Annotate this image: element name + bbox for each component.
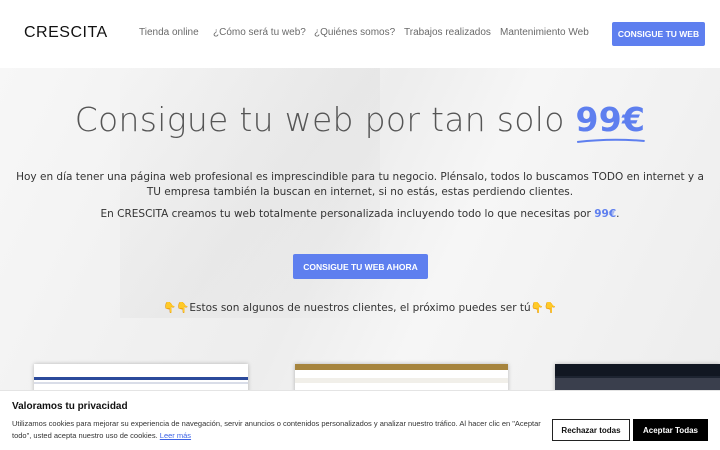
nav-item-trabajos-realizados[interactable]: Trabajos realizados bbox=[404, 27, 491, 38]
nav-item-tienda-online[interactable]: Tienda online bbox=[139, 27, 199, 38]
nav-item-como-sera-tu-web[interactable]: ¿Cómo será tu web? bbox=[213, 27, 306, 38]
hero-price-value: 99€ bbox=[575, 100, 646, 139]
hero-paragraph-1: Hoy en día tener una página web profesio… bbox=[16, 171, 704, 198]
hero-paragraph-2: En CRESCITA creamos tu web totalmente pe… bbox=[15, 207, 705, 222]
clients-intro-label: Estos son algunos de nuestros clientes, … bbox=[189, 302, 531, 314]
cookie-read-more-link[interactable]: Leer más bbox=[160, 431, 191, 440]
hero-cta-button[interactable]: CONSIGUE TU WEB AHORA bbox=[293, 254, 428, 279]
hero-paragraph-2-text: En CRESCITA creamos tu web totalmente pe… bbox=[100, 208, 595, 220]
header-cta-button[interactable]: CONSIGUE TU WEB bbox=[612, 22, 705, 46]
site-logo[interactable]: CRESCITA bbox=[24, 24, 108, 42]
cookie-banner-title: Valoramos tu privacidad bbox=[12, 401, 128, 412]
hero-headline: Consigue tu web por tan solo 99€ bbox=[0, 100, 720, 143]
accept-all-cookies-button[interactable]: Aceptar Todas bbox=[633, 419, 708, 441]
reject-all-cookies-button[interactable]: Rechazar todas bbox=[552, 419, 630, 441]
hero-paragraph-2-price: 99€ bbox=[594, 208, 617, 220]
cookie-banner-text: Utilizamos cookies para mejorar su exper… bbox=[12, 418, 547, 442]
price-underline-icon bbox=[576, 138, 645, 143]
cookie-banner-message: Utilizamos cookies para mejorar su exper… bbox=[12, 419, 541, 440]
hero-headline-text: Consigue tu web por tan solo bbox=[74, 100, 576, 139]
clients-emoji-icon-2: 👇👇 bbox=[530, 302, 557, 314]
hero-price: 99€ bbox=[575, 100, 646, 143]
nav-item-quienes-somos[interactable]: ¿Quiénes somos? bbox=[314, 27, 395, 38]
clients-emoji-icon: 👇👇 bbox=[163, 302, 190, 314]
clients-intro-text: 👇👇Estos son algunos de nuestros clientes… bbox=[0, 301, 720, 314]
nav-item-mantenimiento-web[interactable]: Mantenimiento Web bbox=[500, 27, 589, 38]
hero-paragraph-2-end: . bbox=[616, 208, 620, 220]
